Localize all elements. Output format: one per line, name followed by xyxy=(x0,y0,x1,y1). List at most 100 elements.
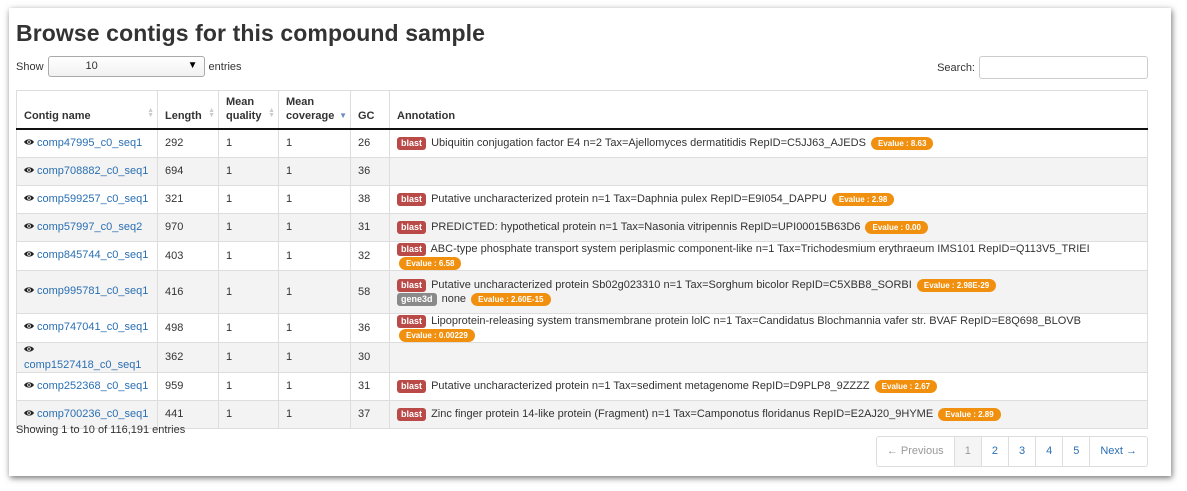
annotation-line: blast Putative uncharacterized protein n… xyxy=(397,192,1140,206)
mean-quality-cell: 1 xyxy=(218,128,279,157)
contig-link[interactable]: comp599257_c0_seq1 xyxy=(37,193,148,205)
column-header-length[interactable]: Length ▲ ▼ xyxy=(157,90,219,130)
page-button-4[interactable]: 4 xyxy=(1035,437,1062,466)
search-control: Search: xyxy=(937,56,1148,79)
mean-quality-cell: 1 xyxy=(218,269,279,313)
evalue-badge: Evalue : 0.00 xyxy=(865,221,928,234)
mean-quality-cell: 1 xyxy=(218,184,279,213)
table-row[interactable]: comp57997_c0_seq2 970 1 1 31 blast PREDICTED:… xyxy=(16,212,1148,241)
next-page-button[interactable]: Next → xyxy=(1089,437,1147,466)
contig-link[interactable]: comp1527418_c0_seq1 xyxy=(24,359,141,371)
table-row[interactable]: comp599257_c0_seq1 321 1 1 38 blast Putative … xyxy=(16,184,1148,213)
length-cell: 362 xyxy=(157,341,219,372)
table-row[interactable]: comp995781_c0_seq1 416 1 1 58 blast Putative … xyxy=(16,269,1148,313)
length-cell: 292 xyxy=(157,128,219,157)
gc-cell: 26 xyxy=(350,128,390,157)
gc-cell: 36 xyxy=(350,312,390,342)
blast-label: blast xyxy=(397,221,427,234)
evalue-badge: Evalue : 8.63 xyxy=(870,137,934,151)
table-info: Showing 1 to 10 of 116,191 entries xyxy=(16,424,186,436)
contig-link[interactable]: comp700236_c0_seq1 xyxy=(37,408,148,420)
previous-page-button[interactable]: ← Previous xyxy=(877,437,954,466)
mean-coverage-cell: 1 xyxy=(278,184,351,213)
blast-label: blast xyxy=(397,137,427,151)
table-row[interactable]: comp1527418_c0_seq1 362 1 1 30 xyxy=(16,341,1148,372)
eye-icon[interactable] xyxy=(24,165,34,179)
sort-arrows-icon: ▲ ▼ xyxy=(147,107,154,119)
evalue-badge: Evalue : 6.58 xyxy=(399,256,462,270)
eye-icon[interactable] xyxy=(24,285,34,299)
mean-coverage-cell: 1 xyxy=(278,128,351,157)
eye-icon[interactable] xyxy=(24,380,34,394)
table-row[interactable]: comp708882_c0_seq1 694 1 1 36 xyxy=(16,156,1148,185)
mean-coverage-cell: 1 xyxy=(278,312,351,342)
annotation-cell: blast Ubiquitin conjugation factor E4 n=… xyxy=(389,128,1148,157)
column-header-contig-name[interactable]: Contig name ▲ ▼ xyxy=(16,90,158,130)
table-row[interactable]: comp845744_c0_seq1 403 1 1 32 blast ABC-type … xyxy=(16,240,1148,270)
gc-cell: 37 xyxy=(350,399,390,428)
mean-coverage-cell: 1 xyxy=(278,156,351,185)
contig-link[interactable]: comp57997_c0_seq2 xyxy=(37,221,142,233)
column-header-mean-coverage[interactable]: Mean coverage ▼ xyxy=(278,90,351,130)
table-row[interactable]: comp700236_c0_seq1 441 1 1 37 blast Zinc fing… xyxy=(16,399,1148,428)
mean-quality-cell: 1 xyxy=(218,399,279,428)
entries-per-page-select[interactable]: 10 ▼ xyxy=(47,56,205,77)
contig-link[interactable]: comp47995_c0_seq1 xyxy=(37,137,142,149)
gene3d-label: gene3d xyxy=(397,292,437,306)
caret-down-icon: ▼ xyxy=(187,60,198,71)
eye-icon[interactable] xyxy=(24,249,34,263)
contig-link[interactable]: comp747041_c0_seq1 xyxy=(37,321,148,333)
column-header-label: GC xyxy=(358,110,375,122)
pagination: ← Previous 1 2 3 4 5 Next → xyxy=(875,436,1148,467)
blast-label: blast xyxy=(397,193,427,206)
eye-icon[interactable] xyxy=(24,344,34,358)
table-header-row: Contig name ▲ ▼ Length ▲ ▼ Mean quality ▲ ▼… xyxy=(16,90,1148,130)
annotation-text: Putative uncharacterized protein n=1 Tax… xyxy=(431,380,870,392)
eye-icon[interactable] xyxy=(24,408,34,422)
annotation-line: blast ABC-type phosphate transport syste… xyxy=(397,242,1140,270)
gc-cell: 31 xyxy=(350,212,390,241)
length-cell: 959 xyxy=(157,371,219,400)
column-header-mean-quality[interactable]: Mean quality ▲ ▼ xyxy=(218,90,279,130)
page-button-5[interactable]: 5 xyxy=(1062,437,1089,466)
mean-coverage-cell: 1 xyxy=(278,240,351,270)
column-header-label: coverage xyxy=(286,110,335,122)
table-row[interactable]: comp252368_c0_seq1 959 1 1 31 blast Putative … xyxy=(16,371,1148,400)
contig-name-cell: comp47995_c0_seq1 xyxy=(16,128,158,157)
length-cell: 694 xyxy=(157,156,219,185)
annotation-cell: blast PREDICTED: hypothetical protein n=… xyxy=(389,212,1148,241)
eye-icon[interactable] xyxy=(24,321,34,335)
eye-icon[interactable] xyxy=(24,193,34,207)
contig-link[interactable]: comp708882_c0_seq1 xyxy=(37,165,148,177)
contig-link[interactable]: comp845744_c0_seq1 xyxy=(37,249,148,261)
contig-link[interactable]: comp252368_c0_seq1 xyxy=(37,380,148,392)
evalue-badge: Evalue : 2.98E-29 xyxy=(916,278,997,292)
table-row[interactable]: comp47995_c0_seq1 292 1 1 26 blast Ubiquitin … xyxy=(16,128,1148,157)
annotation-text: none xyxy=(441,292,467,305)
sort-arrows-icon: ▲ ▼ xyxy=(268,107,275,119)
contig-link[interactable]: comp995781_c0_seq1 xyxy=(37,285,148,297)
column-header-annotation[interactable]: Annotation xyxy=(389,90,1148,130)
column-header-gc[interactable]: GC xyxy=(350,90,390,130)
contig-name-cell: comp1527418_c0_seq1 xyxy=(16,341,158,372)
search-input[interactable] xyxy=(979,56,1148,79)
length-suffix: entries xyxy=(208,60,242,73)
blast-label: blast xyxy=(397,380,427,393)
eye-icon[interactable] xyxy=(24,221,34,235)
blast-label: blast xyxy=(397,408,427,421)
mean-coverage-cell: 1 xyxy=(278,371,351,400)
annotation-cell: blast ABC-type phosphate transport syste… xyxy=(389,240,1148,270)
page-button-3[interactable]: 3 xyxy=(1007,437,1035,466)
annotation-cell xyxy=(389,341,1148,372)
page-button-2[interactable]: 2 xyxy=(980,437,1008,466)
gc-cell: 36 xyxy=(350,156,390,185)
column-header-label: Mean xyxy=(226,96,255,108)
table-row[interactable]: comp747041_c0_seq1 498 1 1 36 blast Lipoprote… xyxy=(16,312,1148,342)
evalue-badge: Evalue : 2.67 xyxy=(874,380,938,393)
page-title: Browse contigs for this compound sample xyxy=(16,20,486,46)
annotation-text: Putative uncharacterized protein Sb02g02… xyxy=(431,278,912,291)
annotation-line: blast Zinc finger protein 14-like protei… xyxy=(397,407,1140,421)
page-button-1[interactable]: 1 xyxy=(953,437,981,466)
eye-icon[interactable] xyxy=(24,137,34,151)
annotation-text: Ubiquitin conjugation factor E4 n=2 Tax=… xyxy=(431,137,866,150)
